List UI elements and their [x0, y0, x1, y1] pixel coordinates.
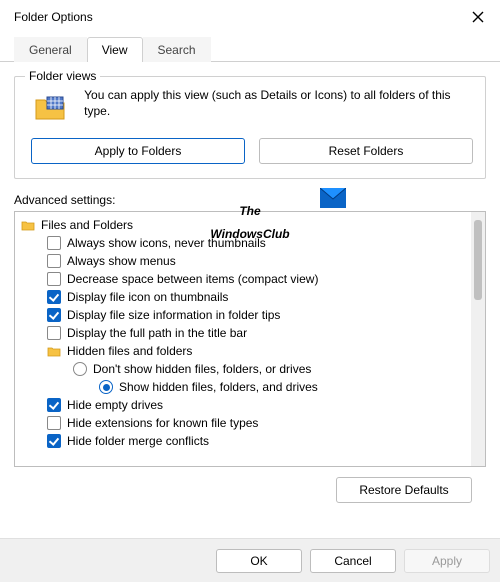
tree-radio-item[interactable]: Show hidden files, folders, and drives: [17, 378, 469, 396]
tree-scrollbar[interactable]: [471, 212, 485, 466]
view-panel: Folder views You can apply this view (su…: [0, 62, 500, 513]
checkbox-icon[interactable]: [47, 290, 61, 304]
close-icon: [472, 11, 484, 23]
tab-general[interactable]: General: [14, 37, 87, 62]
radio-icon[interactable]: [99, 380, 113, 394]
dialog-footer: OK Cancel Apply: [0, 538, 500, 582]
checkbox-icon[interactable]: [47, 236, 61, 250]
checkbox-icon[interactable]: [47, 416, 61, 430]
tree-group-label: Files and Folders: [41, 218, 133, 232]
tree-item[interactable]: Hide folder merge conflicts: [17, 432, 469, 450]
apply-button: Apply: [404, 549, 490, 573]
tree-item[interactable]: Display file icon on thumbnails: [17, 288, 469, 306]
checkbox-icon[interactable]: [47, 308, 61, 322]
cancel-button[interactable]: Cancel: [310, 549, 396, 573]
folder-icon: [47, 344, 61, 358]
folder-views-group: Folder views You can apply this view (su…: [14, 76, 486, 179]
tree-group-files-folders[interactable]: Files and Folders: [17, 216, 469, 234]
tab-strip: General View Search: [0, 34, 500, 62]
checkbox-icon[interactable]: [47, 272, 61, 286]
tree-group-hidden[interactable]: Hidden files and folders: [17, 342, 469, 360]
tree-item[interactable]: Decrease space between items (compact vi…: [17, 270, 469, 288]
titlebar: Folder Options: [0, 0, 500, 34]
close-button[interactable]: [464, 3, 492, 31]
folder-views-title: Folder views: [25, 69, 100, 83]
folder-icon: [21, 218, 35, 232]
scroll-thumb[interactable]: [474, 220, 482, 300]
checkbox-icon[interactable]: [47, 254, 61, 268]
folder-icon: [34, 91, 68, 128]
window-title: Folder Options: [14, 10, 93, 24]
tree-item[interactable]: Hide empty drives: [17, 396, 469, 414]
checkbox-icon[interactable]: [47, 326, 61, 340]
tab-search[interactable]: Search: [143, 37, 211, 62]
apply-to-folders-button[interactable]: Apply to Folders: [31, 138, 245, 164]
restore-defaults-button[interactable]: Restore Defaults: [336, 477, 472, 503]
reset-folders-button[interactable]: Reset Folders: [259, 138, 473, 164]
advanced-settings-tree[interactable]: Files and Folders Always show icons, nev…: [14, 211, 486, 467]
tree-item[interactable]: Display file size information in folder …: [17, 306, 469, 324]
tree-item[interactable]: Always show icons, never thumbnails: [17, 234, 469, 252]
checkbox-icon[interactable]: [47, 434, 61, 448]
ok-button[interactable]: OK: [216, 549, 302, 573]
radio-icon[interactable]: [73, 362, 87, 376]
tree-item[interactable]: Always show menus: [17, 252, 469, 270]
advanced-settings-label: Advanced settings:: [14, 193, 486, 207]
tab-view[interactable]: View: [87, 37, 143, 62]
checkbox-icon[interactable]: [47, 398, 61, 412]
tree-item[interactable]: Hide extensions for known file types: [17, 414, 469, 432]
tree-radio-item[interactable]: Don't show hidden files, folders, or dri…: [17, 360, 469, 378]
tree-item[interactable]: Display the full path in the title bar: [17, 324, 469, 342]
folder-views-desc: You can apply this view (such as Details…: [84, 87, 473, 128]
